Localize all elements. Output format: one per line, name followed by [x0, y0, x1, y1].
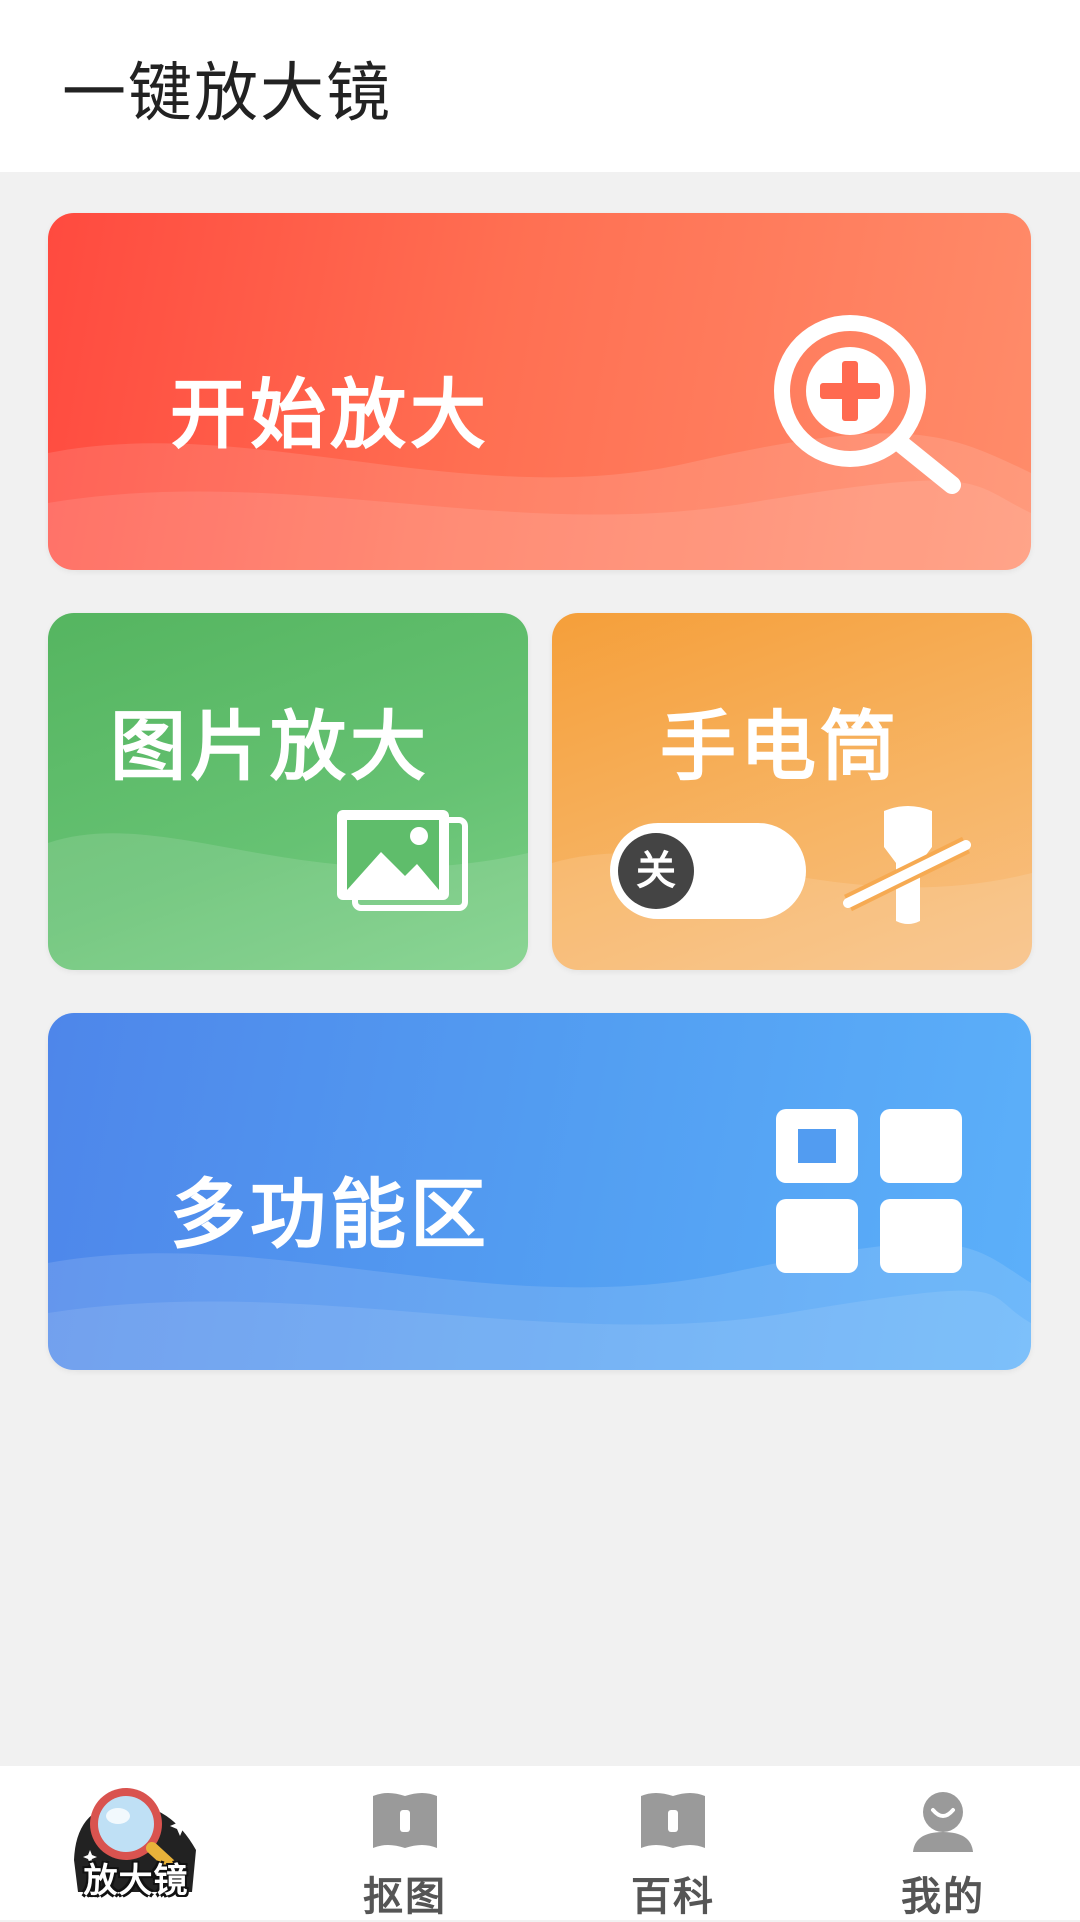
page-title: 一键放大镜: [62, 57, 392, 131]
multi-function-label: 多功能区: [170, 1170, 490, 1259]
tab-mine[interactable]: 我的: [843, 1766, 1043, 1920]
tab-encyclopedia[interactable]: 百科: [573, 1766, 773, 1920]
tab-label-magnifier: 放大镜: [83, 1861, 189, 1901]
toggle-knob: 关: [618, 833, 694, 909]
app-header: 一键放大镜: [0, 0, 1080, 172]
book-icon: [641, 1793, 705, 1848]
zoom-in-icon: [774, 315, 961, 494]
multi-function-card[interactable]: 多功能区: [48, 1013, 1031, 1370]
book-icon: [373, 1793, 437, 1848]
start-zoom-card[interactable]: 开始放大: [48, 213, 1031, 570]
tab-label-mine: 我的: [901, 1874, 985, 1920]
user-icon: [913, 1792, 973, 1852]
bottom-tab-bar: 放大镜 抠图 百科 我的: [0, 1766, 1080, 1920]
flashlight-card[interactable]: 手电筒 关: [552, 613, 1032, 970]
tab-cutout[interactable]: 抠图: [305, 1766, 505, 1920]
flashlight-label: 手电筒: [660, 702, 900, 791]
start-zoom-label: 开始放大: [170, 370, 490, 459]
flashlight-off-icon: [843, 806, 971, 924]
flashlight-toggle[interactable]: 关: [610, 823, 806, 919]
image-icon: [337, 810, 468, 911]
tab-label-cutout: 抠图: [363, 1874, 447, 1920]
tab-magnifier[interactable]: 放大镜: [36, 1766, 236, 1920]
grid-icon: [776, 1109, 962, 1273]
tab-label-encyclopedia: 百科: [631, 1874, 715, 1920]
picture-zoom-card[interactable]: 图片放大: [48, 613, 528, 970]
picture-zoom-label: 图片放大: [110, 702, 430, 791]
